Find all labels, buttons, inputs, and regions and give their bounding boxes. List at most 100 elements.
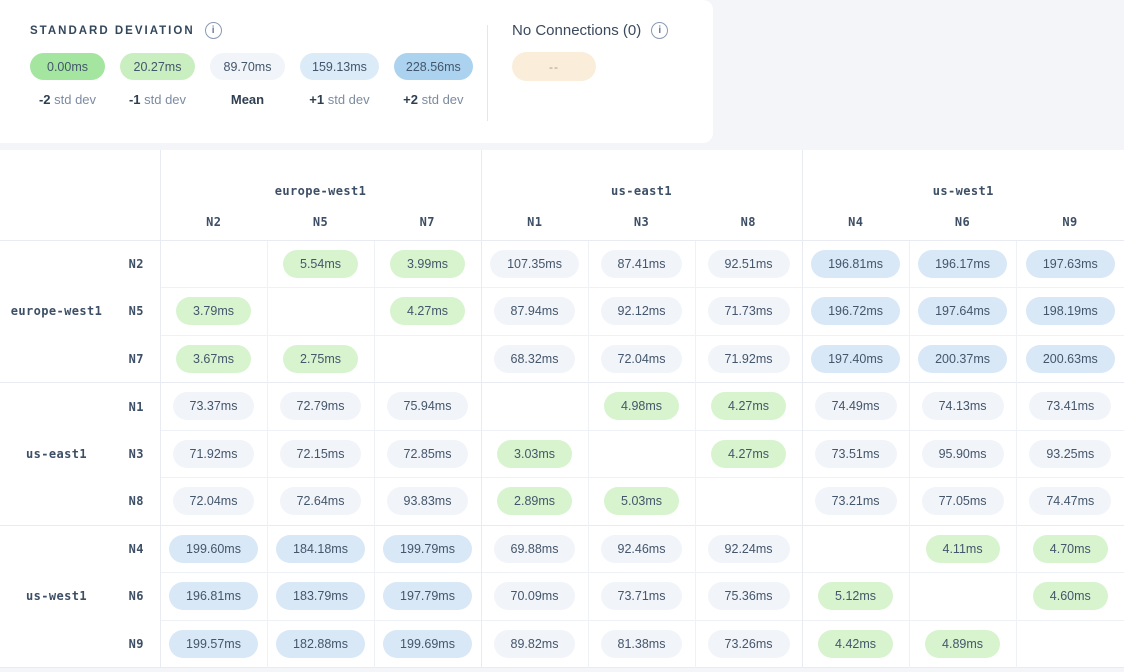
latency-pill[interactable]: 72.15ms bbox=[280, 440, 362, 468]
latency-pill[interactable]: 3.03ms bbox=[497, 440, 572, 468]
latency-pill[interactable]: 93.25ms bbox=[1029, 440, 1111, 468]
latency-pill[interactable]: 70.09ms bbox=[494, 582, 576, 610]
latency-pill[interactable]: 77.05ms bbox=[922, 487, 1004, 515]
latency-pill[interactable]: 69.88ms bbox=[494, 535, 576, 563]
latency-pill[interactable]: 73.71ms bbox=[601, 582, 683, 610]
latency-pill[interactable]: 75.36ms bbox=[708, 582, 790, 610]
latency-pill[interactable]: 71.73ms bbox=[708, 297, 790, 325]
latency-pill[interactable]: 197.64ms bbox=[918, 297, 1007, 325]
latency-pill[interactable]: 74.47ms bbox=[1029, 487, 1111, 515]
latency-pill[interactable]: 75.94ms bbox=[387, 392, 469, 420]
latency-cell: 199.60ms bbox=[160, 525, 267, 573]
latency-pill[interactable]: 196.17ms bbox=[918, 250, 1007, 278]
latency-pill[interactable]: 92.51ms bbox=[708, 250, 790, 278]
latency-pill[interactable]: 3.67ms bbox=[176, 345, 251, 373]
latency-pill[interactable]: 89.82ms bbox=[494, 630, 576, 658]
latency-pill[interactable]: 81.38ms bbox=[601, 630, 683, 658]
latency-pill[interactable]: 73.21ms bbox=[815, 487, 897, 515]
latency-pill[interactable]: 73.26ms bbox=[708, 630, 790, 658]
latency-pill[interactable]: 199.57ms bbox=[169, 630, 258, 658]
latency-pill[interactable]: 183.79ms bbox=[276, 582, 365, 610]
latency-cell: 3.67ms bbox=[160, 335, 267, 383]
latency-pill[interactable]: 87.94ms bbox=[494, 297, 576, 325]
std-deviation-legend: STANDARD DEVIATION i 0.00ms -2 std dev 2… bbox=[0, 0, 487, 143]
latency-pill[interactable]: 196.81ms bbox=[811, 250, 900, 278]
latency-pill[interactable]: 199.69ms bbox=[383, 630, 472, 658]
latency-pill[interactable]: 196.72ms bbox=[811, 297, 900, 325]
latency-pill[interactable]: 199.79ms bbox=[383, 535, 472, 563]
latency-pill[interactable]: 182.88ms bbox=[276, 630, 365, 658]
col-node-label: N3 bbox=[588, 205, 695, 240]
latency-pill[interactable]: 200.63ms bbox=[1026, 345, 1115, 373]
latency-pill[interactable]: 87.41ms bbox=[601, 250, 683, 278]
latency-cell: 73.41ms bbox=[1016, 383, 1124, 431]
latency-pill[interactable]: 73.41ms bbox=[1029, 392, 1111, 420]
latency-pill[interactable]: 71.92ms bbox=[173, 440, 255, 468]
latency-pill[interactable]: 72.79ms bbox=[280, 392, 362, 420]
latency-pill[interactable]: 71.92ms bbox=[708, 345, 790, 373]
col-node-label: N7 bbox=[374, 205, 481, 240]
latency-pill[interactable]: 198.19ms bbox=[1026, 297, 1115, 325]
latency-pill[interactable]: 107.35ms bbox=[490, 250, 579, 278]
legend-stop-label: Mean bbox=[231, 92, 264, 107]
latency-pill[interactable]: 4.70ms bbox=[1033, 535, 1108, 563]
latency-pill[interactable]: 72.64ms bbox=[280, 487, 362, 515]
latency-pill[interactable]: 3.99ms bbox=[390, 250, 465, 278]
latency-pill[interactable]: 4.27ms bbox=[390, 297, 465, 325]
info-icon[interactable]: i bbox=[205, 22, 222, 39]
latency-pill[interactable]: 72.04ms bbox=[173, 487, 255, 515]
latency-pill[interactable]: 5.12ms bbox=[818, 582, 893, 610]
latency-cell-empty bbox=[160, 240, 267, 288]
latency-pill[interactable]: 199.60ms bbox=[169, 535, 258, 563]
latency-cell: 73.37ms bbox=[160, 383, 267, 431]
latency-pill[interactable]: 5.03ms bbox=[604, 487, 679, 515]
latency-pill[interactable]: 2.89ms bbox=[497, 487, 572, 515]
latency-pill[interactable]: 4.27ms bbox=[711, 440, 786, 468]
latency-pill[interactable]: 73.51ms bbox=[815, 440, 897, 468]
latency-pill[interactable]: 196.81ms bbox=[169, 582, 258, 610]
latency-pill[interactable]: 197.40ms bbox=[811, 345, 900, 373]
info-icon[interactable]: i bbox=[651, 22, 668, 39]
latency-pill[interactable]: 4.11ms bbox=[926, 535, 1000, 563]
latency-pill[interactable]: 2.75ms bbox=[283, 345, 358, 373]
latency-pill[interactable]: 4.27ms bbox=[711, 392, 786, 420]
latency-pill[interactable]: 73.37ms bbox=[173, 392, 255, 420]
latency-pill[interactable]: 68.32ms bbox=[494, 345, 576, 373]
latency-pill[interactable]: 4.89ms bbox=[925, 630, 1000, 658]
matrix-row: N73.67ms2.75ms68.32ms72.04ms71.92ms197.4… bbox=[0, 335, 1124, 383]
matrix-row: N371.92ms72.15ms72.85ms3.03ms4.27ms73.51… bbox=[0, 430, 1124, 478]
latency-cell: 4.11ms bbox=[909, 525, 1016, 573]
row-node-label: N5 bbox=[113, 288, 160, 336]
latency-pill[interactable]: 197.79ms bbox=[383, 582, 472, 610]
latency-pill[interactable]: 72.85ms bbox=[387, 440, 469, 468]
latency-pill[interactable]: 92.46ms bbox=[601, 535, 683, 563]
latency-cell: 4.89ms bbox=[909, 620, 1016, 668]
latency-pill[interactable]: 4.42ms bbox=[818, 630, 893, 658]
latency-cell: 72.85ms bbox=[374, 430, 481, 478]
latency-pill[interactable]: 93.83ms bbox=[387, 487, 469, 515]
legend-stop-label: -1 std dev bbox=[129, 92, 186, 107]
col-node-label: N1 bbox=[481, 205, 588, 240]
latency-pill[interactable]: 92.24ms bbox=[708, 535, 790, 563]
latency-pill[interactable]: 197.63ms bbox=[1026, 250, 1115, 278]
latency-pill[interactable]: 4.60ms bbox=[1033, 582, 1108, 610]
latency-pill[interactable]: 4.98ms bbox=[604, 392, 679, 420]
row-group-label: europe-west1 bbox=[0, 240, 113, 383]
latency-pill[interactable]: 92.12ms bbox=[601, 297, 683, 325]
latency-cell: 196.81ms bbox=[802, 240, 909, 288]
std-deviation-title: STANDARD DEVIATION bbox=[30, 25, 195, 37]
latency-cell: 74.47ms bbox=[1016, 478, 1124, 526]
latency-pill[interactable]: 74.49ms bbox=[815, 392, 897, 420]
latency-cell: 4.42ms bbox=[802, 620, 909, 668]
latency-pill[interactable]: 74.13ms bbox=[922, 392, 1004, 420]
latency-cell: 75.36ms bbox=[695, 573, 802, 621]
latency-pill[interactable]: 3.79ms bbox=[176, 297, 251, 325]
legend-chip: 0.00ms bbox=[30, 53, 105, 80]
latency-pill[interactable]: 95.90ms bbox=[922, 440, 1004, 468]
latency-pill[interactable]: 184.18ms bbox=[276, 535, 365, 563]
latency-pill[interactable]: 200.37ms bbox=[918, 345, 1007, 373]
latency-pill[interactable]: 5.54ms bbox=[283, 250, 358, 278]
legend-stop: 89.70ms Mean bbox=[210, 53, 285, 107]
latency-pill[interactable]: 72.04ms bbox=[601, 345, 683, 373]
latency-cell: 3.79ms bbox=[160, 288, 267, 336]
